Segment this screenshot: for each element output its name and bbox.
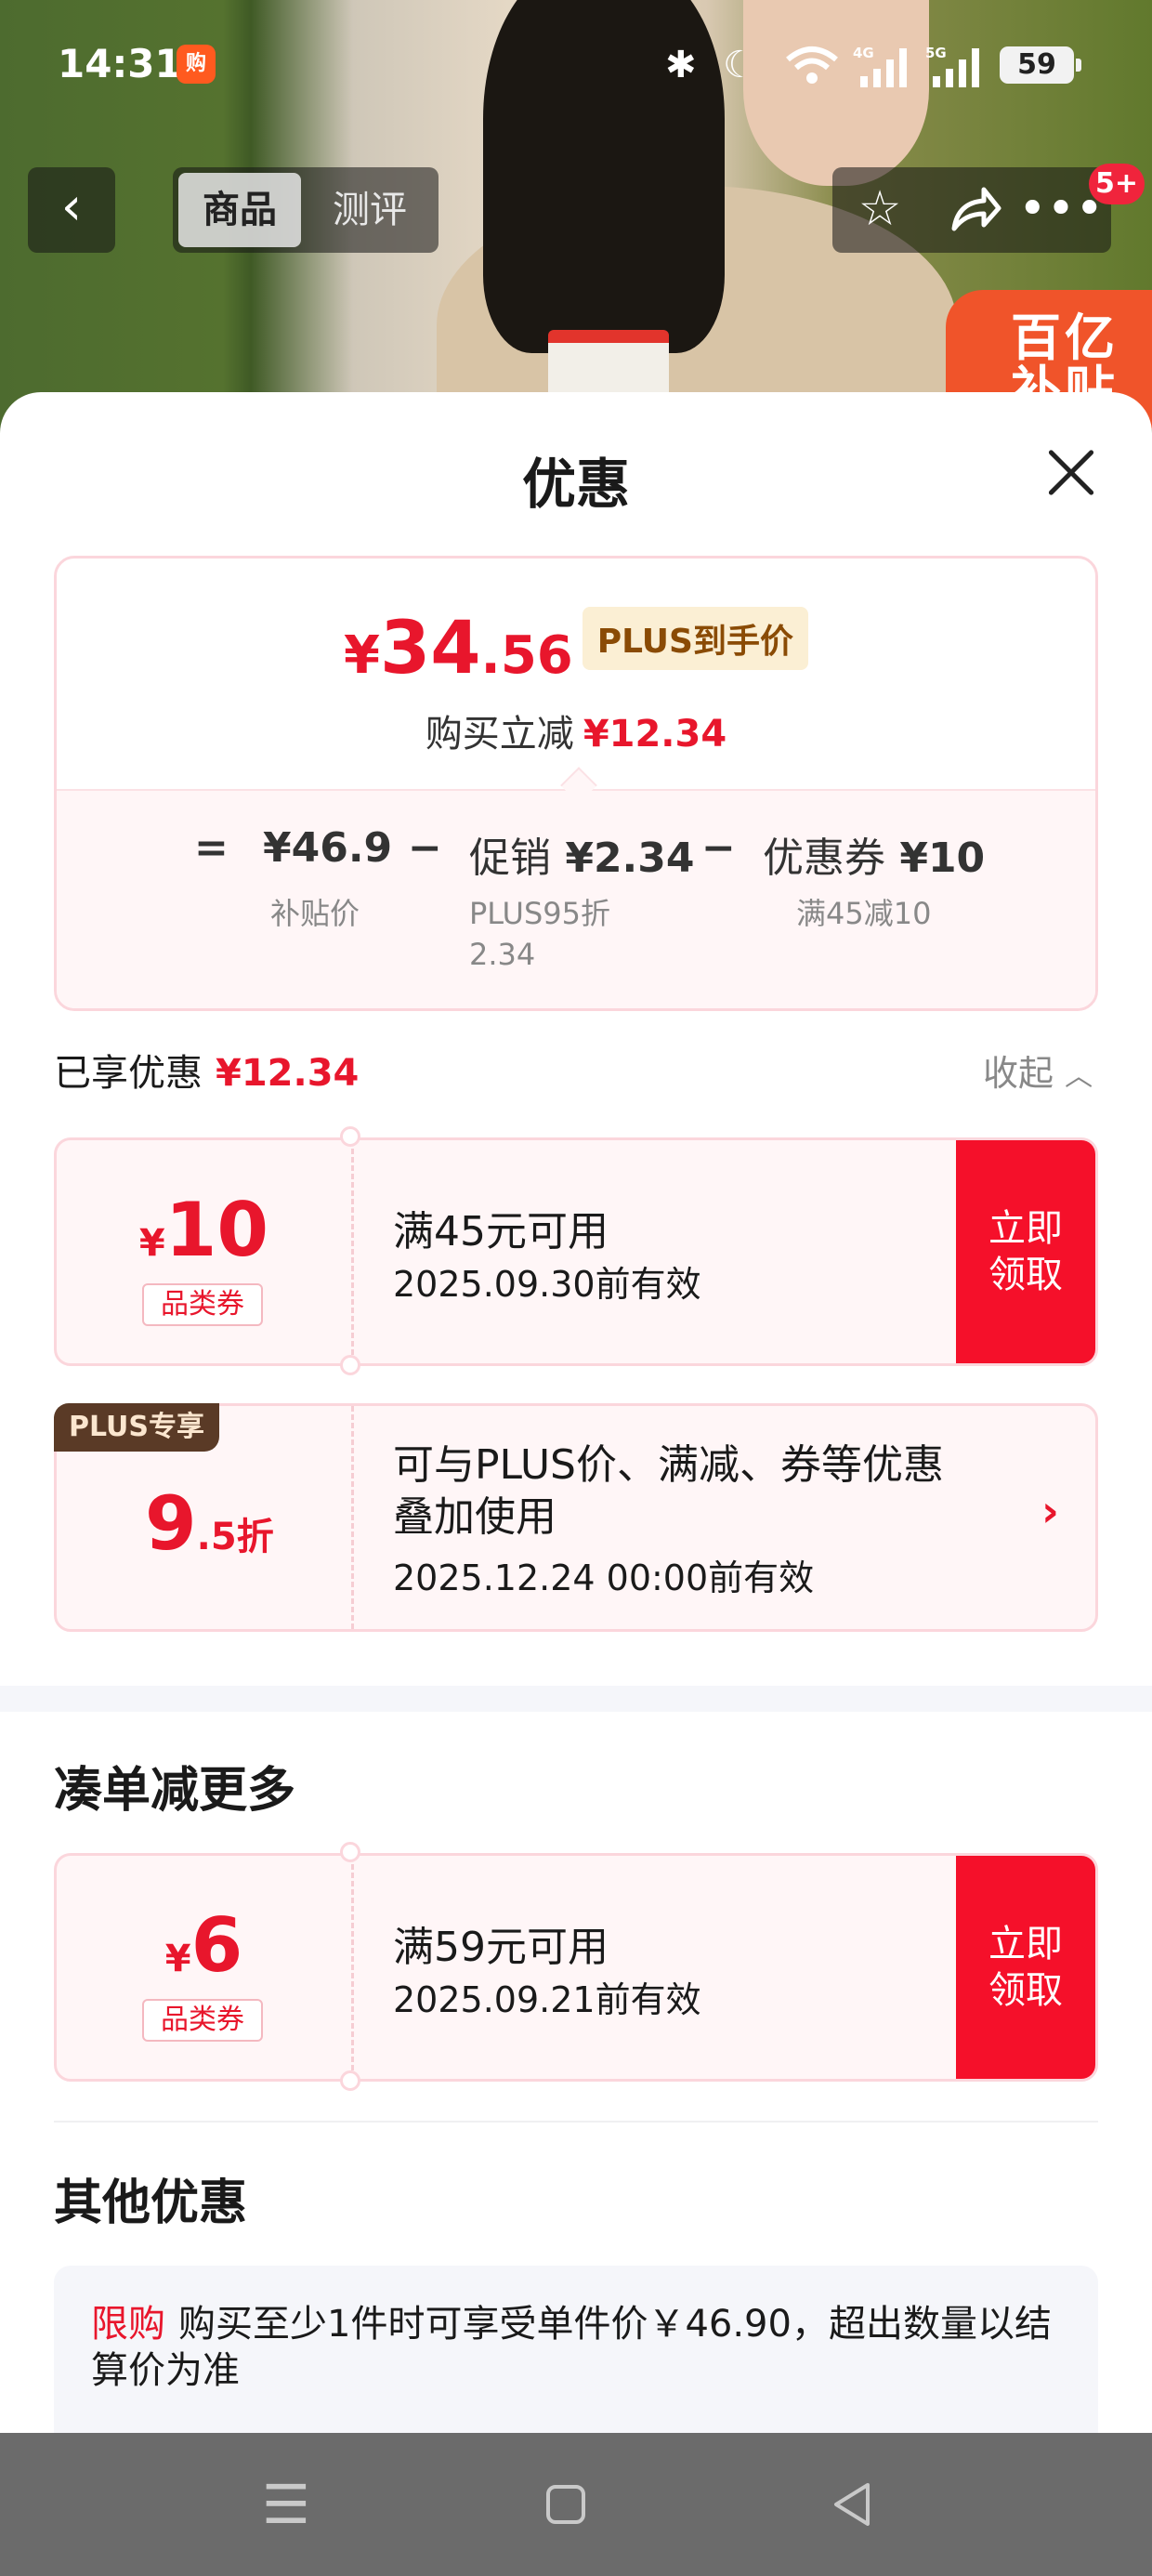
coupon-card: ¥10 品类券 满45元可用 2025.09.30前有效 立即领取 (54, 1137, 1098, 1366)
coupon-value: ¥6 (164, 1902, 243, 1989)
instant-reduction: 购买立减 ¥12.34 (425, 713, 727, 756)
signal-4g-icon: 4G (853, 45, 914, 98)
chevron-right-icon: › (1041, 1486, 1059, 1536)
chevron-up-icon: ︿ (1065, 1060, 1093, 1093)
chevron-left-icon: ‹ (60, 177, 83, 237)
promo-amount: 促销 ¥2.34 (469, 835, 695, 882)
sheet-title: 优惠 (521, 453, 630, 516)
discount-rate: 9.5折 (145, 1480, 274, 1567)
promo-detail: PLUS95折 2.34 (469, 896, 610, 972)
coupon-detail: 满45减10 (796, 896, 932, 931)
coupon-card: ¥6 品类券 满59元可用 2025.09.21前有效 立即领取 (54, 1853, 1098, 2082)
shopping-app-icon: 购 (177, 45, 216, 84)
plus-discount-value: PLUS专享 9.5折 (54, 1403, 354, 1629)
discount-sheet: 优惠 ¥34.56 PLUS到手价 购买立减 ¥12.34 = ¥46.9 补贴价 … (0, 392, 1152, 2470)
plus-exclusive-badge: PLUS专享 (54, 1403, 220, 1452)
plus-discount-card[interactable]: PLUS专享 9.5折 可与PLUS价、满减、券等优惠叠加使用 2025.12.… (54, 1403, 1098, 1632)
divider (54, 2121, 1098, 2123)
status-time: 14:31 (58, 41, 182, 86)
coupon-amount: 优惠券 ¥10 (763, 835, 986, 882)
section-title-more: 凑单减更多 (54, 1763, 296, 1819)
top-tabs: 商品 测评 (173, 167, 439, 253)
section-separator (0, 1686, 1152, 1712)
back-button[interactable]: ‹ (28, 167, 115, 253)
coupon-notch (340, 1355, 360, 1375)
limit-text: 购买至少1件时可享受单件价￥46.90，超出数量以结算价为准 (91, 2303, 1052, 2392)
claim-coupon-button[interactable]: 立即领取 (956, 1140, 1095, 1363)
plus-discount-validity: 2025.12.24 00:00前有效 (393, 1557, 815, 1598)
back-nav-icon[interactable] (831, 2472, 873, 2542)
coupon-notch (340, 2070, 360, 2091)
svg-text:4G: 4G (853, 45, 874, 61)
coupon-value-panel: ¥6 品类券 (57, 1856, 354, 2079)
coupon-condition: 满59元可用 (393, 1924, 609, 1971)
subsidy-price: ¥46.9 (263, 824, 393, 872)
wifi-icon (784, 45, 840, 94)
status-bar: 14:31 购 ✱ ☾ 4G 5G 59 (0, 37, 1152, 102)
limit-tag: 限购 (91, 2303, 165, 2346)
breakdown-equals: = (194, 824, 229, 872)
share-icon[interactable] (933, 177, 1016, 255)
moon-icon: ☾ (723, 44, 756, 86)
collapse-toggle[interactable]: 收起 ︿ (983, 1045, 1093, 1096)
coupon-notch (340, 1842, 360, 1862)
price-summary: ¥34.56 PLUS到手价 购买立减 ¥12.34 (57, 559, 1095, 789)
close-icon[interactable] (1039, 440, 1102, 504)
claim-coupon-button[interactable]: 立即领取 (956, 1856, 1095, 2079)
signal-5g-icon: 5G (925, 45, 987, 98)
subsidy-price-label: 补贴价 (270, 896, 360, 931)
coupon-notch (340, 1126, 360, 1147)
enjoyed-discount: 已享优惠 ¥12.34 (54, 1052, 360, 1095)
plus-price-tag: PLUS到手价 (582, 607, 808, 670)
tab-product[interactable]: 商品 (178, 173, 301, 247)
system-nav-bar: ☰ (0, 2433, 1152, 2576)
section-title-other: 其他优惠 (54, 2175, 248, 2231)
nav-actions: ☆ ••• (832, 167, 1111, 253)
coupon-condition: 满45元可用 (393, 1208, 609, 1255)
coupon-value-panel: ¥10 品类券 (57, 1140, 354, 1363)
plus-discount-description: 可与PLUS价、满减、券等优惠叠加使用 (393, 1441, 944, 1541)
coupon-validity: 2025.09.21前有效 (393, 1979, 701, 2020)
home-icon[interactable] (544, 2472, 587, 2540)
final-price: ¥34.56 (344, 607, 573, 690)
final-price-row: ¥34.56 PLUS到手价 (57, 607, 1095, 690)
price-card: ¥34.56 PLUS到手价 购买立减 ¥12.34 = ¥46.9 补贴价 − 促… (54, 556, 1098, 1011)
bluetooth-icon: ✱ (665, 44, 697, 86)
svg-text:5G: 5G (925, 45, 947, 61)
breakdown-minus-1: − (408, 824, 442, 872)
coupon-category: 品类券 (142, 1283, 263, 1326)
notification-badge: 5+ (1089, 164, 1145, 204)
battery-indicator: 59 (1000, 46, 1081, 84)
breakdown-minus-2: − (701, 824, 736, 872)
coupon-category: 品类券 (142, 1999, 263, 2042)
menu-icon[interactable]: ☰ (262, 2472, 310, 2537)
star-icon[interactable]: ☆ (838, 177, 922, 242)
coupon-validity: 2025.09.30前有效 (393, 1264, 701, 1305)
tab-review[interactable]: 测评 (308, 173, 431, 247)
price-breakdown: = ¥46.9 补贴价 − 促销 ¥2.34 PLUS95折 2.34 − 优惠券… (57, 789, 1095, 1008)
coupon-value: ¥10 (138, 1187, 269, 1273)
